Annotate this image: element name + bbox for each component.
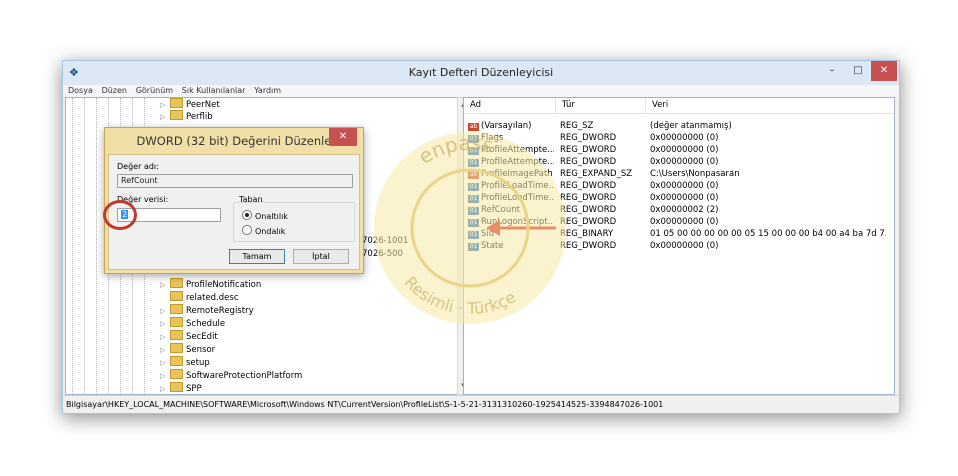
arrow-head-icon (486, 220, 500, 236)
annotation-arrow (486, 220, 556, 236)
